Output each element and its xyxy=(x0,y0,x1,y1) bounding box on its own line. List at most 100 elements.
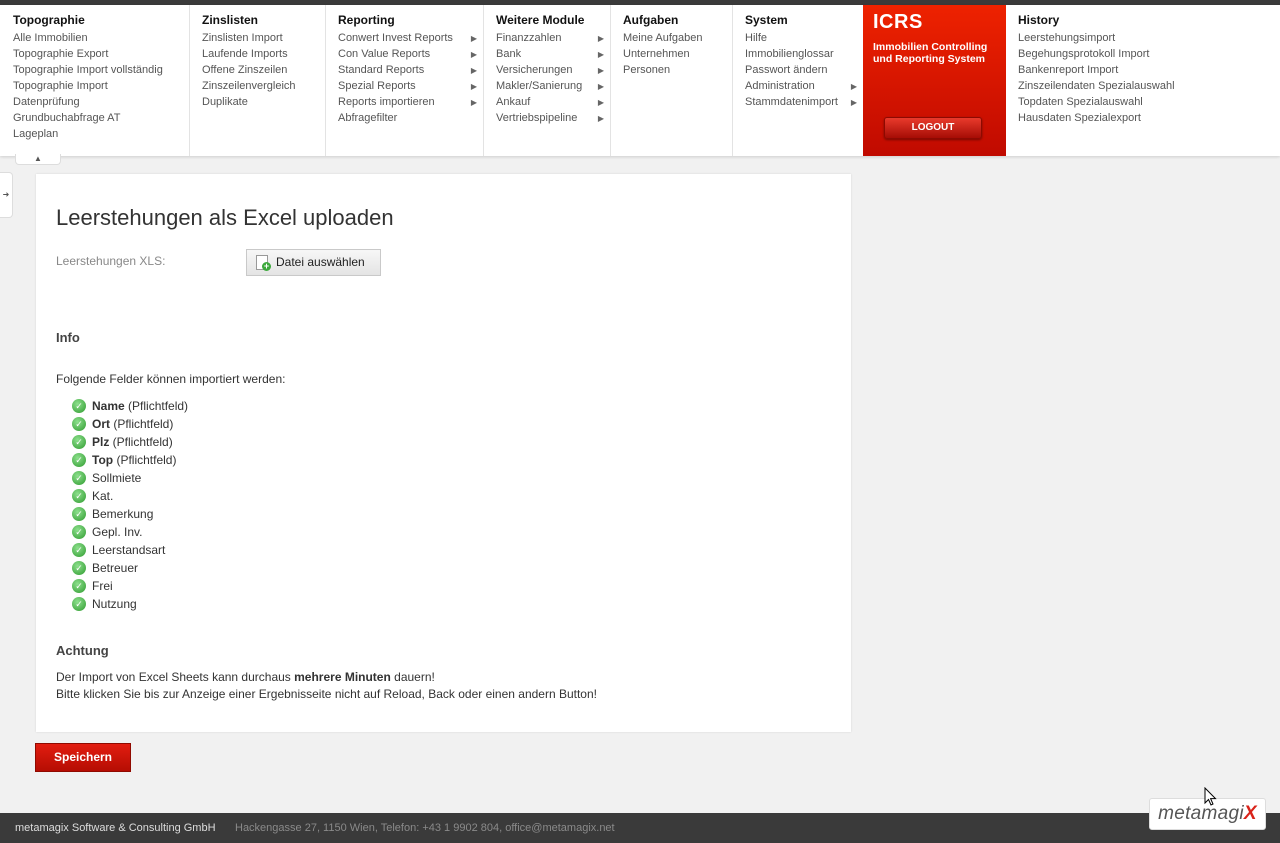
menu-item[interactable]: Versicherungen ▶ xyxy=(496,64,606,80)
list-item: ✓ Bemerkung xyxy=(72,506,188,524)
check-icon: ✓ xyxy=(72,579,86,593)
menu-list-topographie: Alle Immobilien Topographie Export Topogra… xyxy=(13,32,185,144)
menu-item[interactable]: Unternehmen xyxy=(623,48,728,64)
submenu-arrow-icon: ▶ xyxy=(850,82,857,91)
menu-item[interactable]: Hausdaten Spezialexport xyxy=(1018,112,1276,128)
check-icon: ✓ xyxy=(72,489,86,503)
list-item: ✓ Name (Pflichtfeld) xyxy=(72,398,188,416)
menu-item[interactable]: Reports importieren ▶ xyxy=(338,96,479,112)
menu-item[interactable]: Grundbuchabfrage AT xyxy=(13,112,185,128)
check-icon: ✓ xyxy=(72,525,86,539)
footer-address: Hackengasse 27, 1150 Wien, Telefon: +43 … xyxy=(235,822,615,834)
submenu-arrow-icon: ▶ xyxy=(470,50,477,59)
menu-item[interactable]: Duplikate xyxy=(202,96,321,112)
check-icon: ✓ xyxy=(72,507,86,521)
menu-item[interactable]: Bankenreport Import xyxy=(1018,64,1276,80)
icrs-tagline: Immobilien Controlling und Reporting Sys… xyxy=(873,41,988,65)
menu-item[interactable]: Alle Immobilien xyxy=(13,32,185,48)
warning-line-2: Bitte klicken Sie bis zur Anzeige einer … xyxy=(56,687,597,701)
save-button[interactable]: Speichern xyxy=(35,743,131,772)
list-item: ✓ Leerstandsart xyxy=(72,542,188,560)
list-item: ✓ Nutzung xyxy=(72,596,188,614)
warning-line-1: Der Import von Excel Sheets kann durchau… xyxy=(56,670,435,684)
menu-item[interactable]: Stammdatenimport ▶ xyxy=(745,96,859,112)
info-intro: Folgende Felder können importiert werden… xyxy=(56,372,286,386)
submenu-arrow-icon: ▶ xyxy=(470,82,477,91)
menu-item[interactable]: Meine Aufgaben xyxy=(623,32,728,48)
menu-item[interactable]: Ankauf ▶ xyxy=(496,96,606,112)
menu-item[interactable]: Hilfe xyxy=(745,32,859,48)
menu-item[interactable]: Vertriebspipeline ▶ xyxy=(496,112,606,128)
menu-list-aufgaben: Meine Aufgaben Unternehmen Personen xyxy=(623,32,728,80)
menu-col-topographie: Topographie Alle Immobilien Topographie E… xyxy=(0,5,190,156)
menu-title-weitere-module[interactable]: Weitere Module xyxy=(496,13,584,27)
menu-title-history[interactable]: History xyxy=(1018,13,1059,27)
menu-item[interactable]: Leerstehungsimport xyxy=(1018,32,1276,48)
menu-item[interactable]: Abfragefilter xyxy=(338,112,479,128)
menu-title-aufgaben[interactable]: Aufgaben xyxy=(623,13,678,27)
menu-item[interactable]: Topographie Import xyxy=(13,80,185,96)
check-icon: ✓ xyxy=(72,399,86,413)
menu-item[interactable]: Zinslisten Import xyxy=(202,32,321,48)
list-item: ✓ Sollmiete xyxy=(72,470,188,488)
menu-item[interactable]: Zinszeilendaten Spezialauswahl xyxy=(1018,80,1276,96)
check-icon: ✓ xyxy=(72,543,86,557)
menu-col-weitere-module: Weitere Module Finanzzahlen ▶ Bank ▶ Versich… xyxy=(483,5,611,156)
menu-item[interactable]: Laufende Imports xyxy=(202,48,321,64)
menu-item[interactable]: Finanzzahlen ▶ xyxy=(496,32,606,48)
add-icon: + xyxy=(262,261,271,271)
list-item: ✓ Frei xyxy=(72,578,188,596)
list-item: ✓ Plz (Pflichtfeld) xyxy=(72,434,188,452)
list-item: ✓ Ort (Pflichtfeld) xyxy=(72,416,188,434)
menu-item[interactable]: Personen xyxy=(623,64,728,80)
submenu-arrow-icon: ▶ xyxy=(470,66,477,75)
file-choose-button[interactable]: + Datei auswählen xyxy=(246,249,381,276)
menu-list-zinslisten: Zinslisten Import Laufende Imports Offene … xyxy=(202,32,321,112)
menu-item[interactable]: Conwert Invest Reports ▶ xyxy=(338,32,479,48)
submenu-arrow-icon: ▶ xyxy=(597,34,604,43)
check-icon: ✓ xyxy=(72,597,86,611)
page-title: Leerstehungen als Excel uploaden xyxy=(56,205,394,230)
icrs-brand-panel: ICRS Immobilien Controlling und Reportin… xyxy=(863,5,1006,156)
menu-item[interactable]: Passwort ändern xyxy=(745,64,859,80)
collapse-menu-toggle[interactable]: ▲ xyxy=(15,154,61,165)
submenu-arrow-icon: ▶ xyxy=(597,98,604,107)
file-field-label: Leerstehungen XLS: xyxy=(56,254,166,268)
menu-item[interactable]: Lageplan xyxy=(13,128,185,144)
sidebar-expand-toggle[interactable]: ➜ xyxy=(0,172,13,218)
menu-item[interactable]: Bank ▶ xyxy=(496,48,606,64)
menu-item[interactable]: Datenprüfung xyxy=(13,96,185,112)
importable-fields-list: ✓ Name (Pflichtfeld) ✓ Ort (Pflichtfeld) ✓ Pl… xyxy=(72,398,188,614)
menu-list-weitere-module: Finanzzahlen ▶ Bank ▶ Versicherungen ▶ Makler/… xyxy=(496,32,606,128)
check-icon: ✓ xyxy=(72,435,86,449)
upload-panel: Leerstehungen als Excel uploaden Leerste… xyxy=(36,174,851,732)
check-icon: ✓ xyxy=(72,561,86,575)
menu-item[interactable]: Offene Zinszeilen xyxy=(202,64,321,80)
menu-item[interactable]: Standard Reports ▶ xyxy=(338,64,479,80)
submenu-arrow-icon: ▶ xyxy=(597,114,604,123)
arrow-up-icon: ▲ xyxy=(34,154,42,163)
check-icon: ✓ xyxy=(72,471,86,485)
logout-button[interactable]: LOGOUT xyxy=(884,117,982,139)
menu-item[interactable]: Topdaten Spezialauswahl xyxy=(1018,96,1276,112)
main-menu: Topographie Alle Immobilien Topographie E… xyxy=(0,5,1280,156)
menu-item[interactable]: Spezial Reports ▶ xyxy=(338,80,479,96)
submenu-arrow-icon: ▶ xyxy=(470,34,477,43)
arrow-right-icon: ➜ xyxy=(2,190,10,199)
menu-col-reporting: Reporting Conwert Invest Reports ▶ Con Val… xyxy=(325,5,484,156)
menu-item[interactable]: Zinszeilenvergleich xyxy=(202,80,321,96)
menu-item[interactable]: Makler/Sanierung ▶ xyxy=(496,80,606,96)
menu-title-topographie[interactable]: Topographie xyxy=(13,13,85,27)
menu-item[interactable]: Begehungsprotokoll Import xyxy=(1018,48,1276,64)
menu-item[interactable]: Administration ▶ xyxy=(745,80,859,96)
menu-item[interactable]: Con Value Reports ▶ xyxy=(338,48,479,64)
menu-item[interactable]: Immobilienglossar xyxy=(745,48,859,64)
menu-item[interactable]: Topographie Import vollständig xyxy=(13,64,185,80)
footer-company: metamagix Software & Consulting GmbH xyxy=(15,822,216,834)
submenu-arrow-icon: ▶ xyxy=(850,98,857,107)
menu-title-reporting[interactable]: Reporting xyxy=(338,13,395,27)
menu-title-zinslisten[interactable]: Zinslisten xyxy=(202,13,258,27)
submenu-arrow-icon: ▶ xyxy=(470,98,477,107)
menu-item[interactable]: Topographie Export xyxy=(13,48,185,64)
menu-title-system[interactable]: System xyxy=(745,13,788,27)
